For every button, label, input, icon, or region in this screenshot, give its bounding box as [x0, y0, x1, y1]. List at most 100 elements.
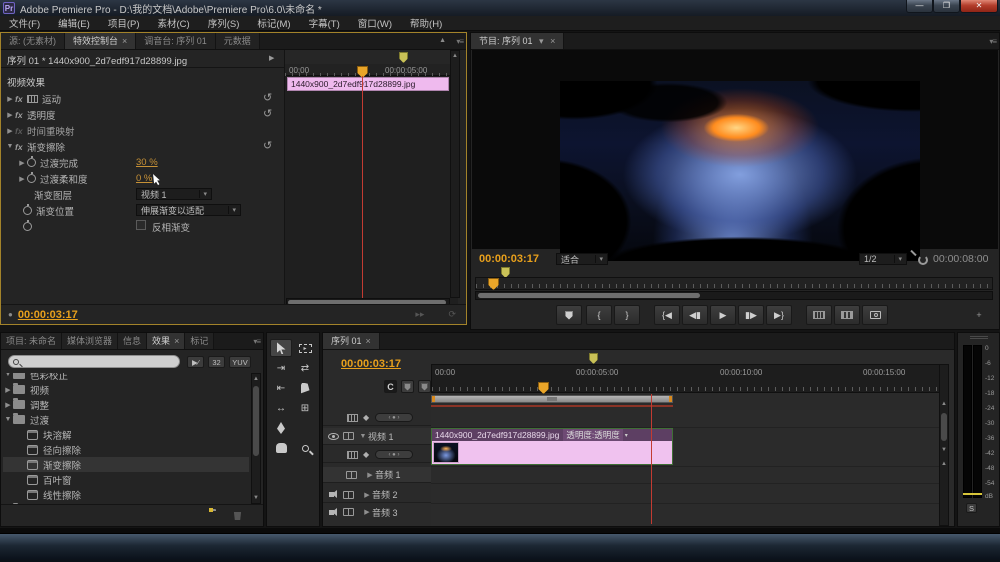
sync-lock-icon[interactable] — [343, 432, 354, 440]
clip-effect-badge[interactable]: 透明度:透明度 — [563, 429, 622, 441]
menu-item-clip[interactable]: 素材(C) — [148, 16, 198, 30]
tab-metadata[interactable]: 元数据 — [216, 33, 260, 49]
tab-effect-controls[interactable]: 特效控制台× — [65, 33, 136, 49]
step-forward-button[interactable]: ▮▶ — [738, 305, 764, 325]
tab-media-browser[interactable]: 媒体浏览器 — [62, 333, 118, 349]
collapse-track-icon[interactable]: ▼ — [358, 433, 368, 440]
panel-menu-icon[interactable]: ▾≡ — [456, 37, 463, 46]
timeline-clip[interactable]: 1440x900_2d7edf917d28899.jpg 透明度:透明度 ▾ — [431, 428, 673, 465]
menu-item-project[interactable]: 项目(P) — [99, 16, 149, 30]
effects-search-input[interactable] — [8, 355, 180, 368]
tab-effects[interactable]: 效果× — [147, 333, 185, 349]
32bit-badge[interactable]: 32 — [208, 356, 225, 368]
audio2-track-header[interactable]: ▶ 音频 2 — [323, 487, 431, 503]
zoom-tool[interactable] — [294, 439, 316, 457]
speaker-icon[interactable] — [329, 510, 334, 515]
reset-opacity-icon[interactable]: ↺ — [263, 107, 272, 120]
tree-item-gradient-wipe[interactable]: 渐变擦除 — [3, 457, 249, 472]
trash-icon[interactable] — [233, 510, 242, 520]
playhead-icon[interactable] — [488, 278, 499, 290]
minimize-button[interactable]: — — [906, 0, 933, 13]
sync-lock-icon[interactable] — [343, 491, 354, 499]
audio3-track-header[interactable]: ▶ 音频 3 — [323, 504, 431, 520]
display-style-icon[interactable] — [347, 451, 358, 459]
speaker-icon[interactable] — [329, 492, 334, 497]
expand-track-icon[interactable]: ▶ — [362, 491, 372, 499]
completion-value[interactable]: 30 % — [136, 157, 158, 168]
program-ruler[interactable] — [475, 277, 993, 290]
ripple-edit-tool[interactable]: ⇥ — [270, 359, 292, 377]
tree-item-block-dissolve[interactable]: 块溶解 — [3, 427, 249, 442]
menu-item-sequence[interactable]: 序列(S) — [199, 16, 249, 30]
razor-tool[interactable] — [294, 379, 316, 397]
export-frame-button[interactable] — [862, 305, 888, 325]
mini-timeline-clip[interactable]: 1440x900_2d7edf917d28899.jpg — [287, 77, 449, 91]
stopwatch-icon[interactable] — [23, 222, 32, 231]
menu-item-window[interactable]: 窗口(W) — [349, 16, 401, 30]
stopwatch-icon[interactable] — [27, 174, 36, 183]
loop-icon[interactable]: ⟳ — [448, 309, 456, 320]
fx-row-time-remap[interactable]: ▶ fx 时间重映射 — [5, 123, 275, 138]
tab-source[interactable]: 源: (无素材) — [1, 33, 65, 49]
tab-audio-mixer[interactable]: 调音台: 序列 01 — [136, 33, 216, 49]
reset-gradient-wipe-icon[interactable]: ↺ — [263, 139, 272, 152]
playhead-line[interactable] — [362, 76, 363, 298]
panel-grip[interactable] — [970, 336, 988, 339]
menu-item-edit[interactable]: 编辑(E) — [49, 16, 99, 30]
playhead-line[interactable] — [651, 394, 652, 524]
hand-tool[interactable] — [270, 439, 292, 457]
tab-sequence-01[interactable]: 序列 01× — [323, 333, 380, 349]
effects-vertical-scrollbar[interactable]: ▲ ▼ — [251, 373, 261, 504]
gradient-placement-dropdown[interactable]: 伸展渐变以适配▾ — [136, 204, 241, 216]
pen-tool[interactable] — [270, 419, 292, 437]
expand-icon[interactable]: ▶ — [5, 95, 15, 103]
menu-item-title[interactable]: 字幕(T) — [300, 16, 349, 30]
chevron-down-icon[interactable]: ▾ — [539, 36, 544, 46]
keyframe-nav[interactable]: ‹ ● › — [375, 450, 413, 459]
go-to-in-button[interactable]: {◀ — [654, 305, 680, 325]
snap-toggle[interactable]: C — [384, 380, 397, 393]
tree-item-radial-wipe[interactable]: 径向擦除 — [3, 442, 249, 457]
slide-tool[interactable]: ⊞ — [294, 399, 316, 417]
tree-item-video[interactable]: ▶视频 — [3, 382, 249, 397]
sync-lock-icon[interactable] — [343, 508, 354, 516]
extract-button[interactable] — [834, 305, 860, 325]
fx-timecode[interactable]: 00:00:03:17 — [18, 309, 78, 321]
mark-out-button[interactable]: } — [614, 305, 640, 325]
solo-button[interactable]: S — [966, 503, 977, 513]
fx-vertical-scrollbar[interactable]: ▲ — [450, 50, 460, 298]
tab-close-icon[interactable]: × — [122, 36, 127, 46]
rate-stretch-tool[interactable]: ⇤ — [270, 379, 292, 397]
step-back-button[interactable]: ◀▮ — [682, 305, 708, 325]
tab-info[interactable]: 信息 — [118, 333, 147, 349]
selection-tool[interactable] — [270, 339, 292, 357]
keyframe-nav[interactable]: ‹ ● › — [375, 413, 413, 422]
program-timecode[interactable]: 00:00:03:17 — [479, 253, 539, 265]
panel-menu-icon[interactable]: ▾≡ — [989, 37, 996, 46]
tree-item-linear-wipe[interactable]: 线性擦除 — [3, 487, 249, 502]
maximize-button[interactable]: ❐ — [933, 0, 960, 13]
tab-markers[interactable]: 标记 — [185, 333, 214, 349]
expand-track-icon[interactable]: ▶ — [365, 471, 375, 479]
sequence-marker-icon[interactable] — [589, 353, 598, 364]
slip-tool[interactable]: ↔ — [270, 399, 292, 417]
nudge-play-icon[interactable]: ▸▸ — [415, 309, 424, 320]
fx-row-gradient-wipe[interactable]: ▼ fx 渐变擦除 — [5, 139, 275, 154]
fx-row-opacity[interactable]: ▶ fx 透明度 — [5, 107, 275, 122]
encore-marker-button[interactable] — [401, 380, 414, 393]
tree-item-color-correction[interactable]: ▼色彩校正 — [3, 373, 249, 382]
expand-track-icon[interactable]: ▶ — [362, 508, 372, 516]
fit-dropdown[interactable]: 适合▾ — [556, 253, 608, 265]
menu-item-file[interactable]: 文件(F) — [0, 16, 49, 30]
add-marker-button[interactable] — [556, 305, 582, 325]
invert-gradient-checkbox[interactable] — [136, 220, 146, 230]
track-select-tool[interactable]: ▸ — [294, 339, 316, 357]
close-button[interactable]: ✕ — [960, 0, 998, 13]
display-style-icon[interactable] — [347, 414, 358, 422]
panel-menu-icon[interactable]: ▾≡ — [253, 337, 260, 346]
toggle-track-output-icon[interactable] — [328, 433, 339, 440]
tree-item-adjust[interactable]: ▶调整 — [3, 397, 249, 412]
timeline-ruler[interactable]: 00:00 00:00:05:00 00:00:10:00 00:00:15:0… — [431, 364, 949, 393]
tab-program[interactable]: 节目: 序列 01 ▾ × — [471, 33, 564, 49]
show-keyframes-icon[interactable]: ◆ — [363, 413, 369, 422]
